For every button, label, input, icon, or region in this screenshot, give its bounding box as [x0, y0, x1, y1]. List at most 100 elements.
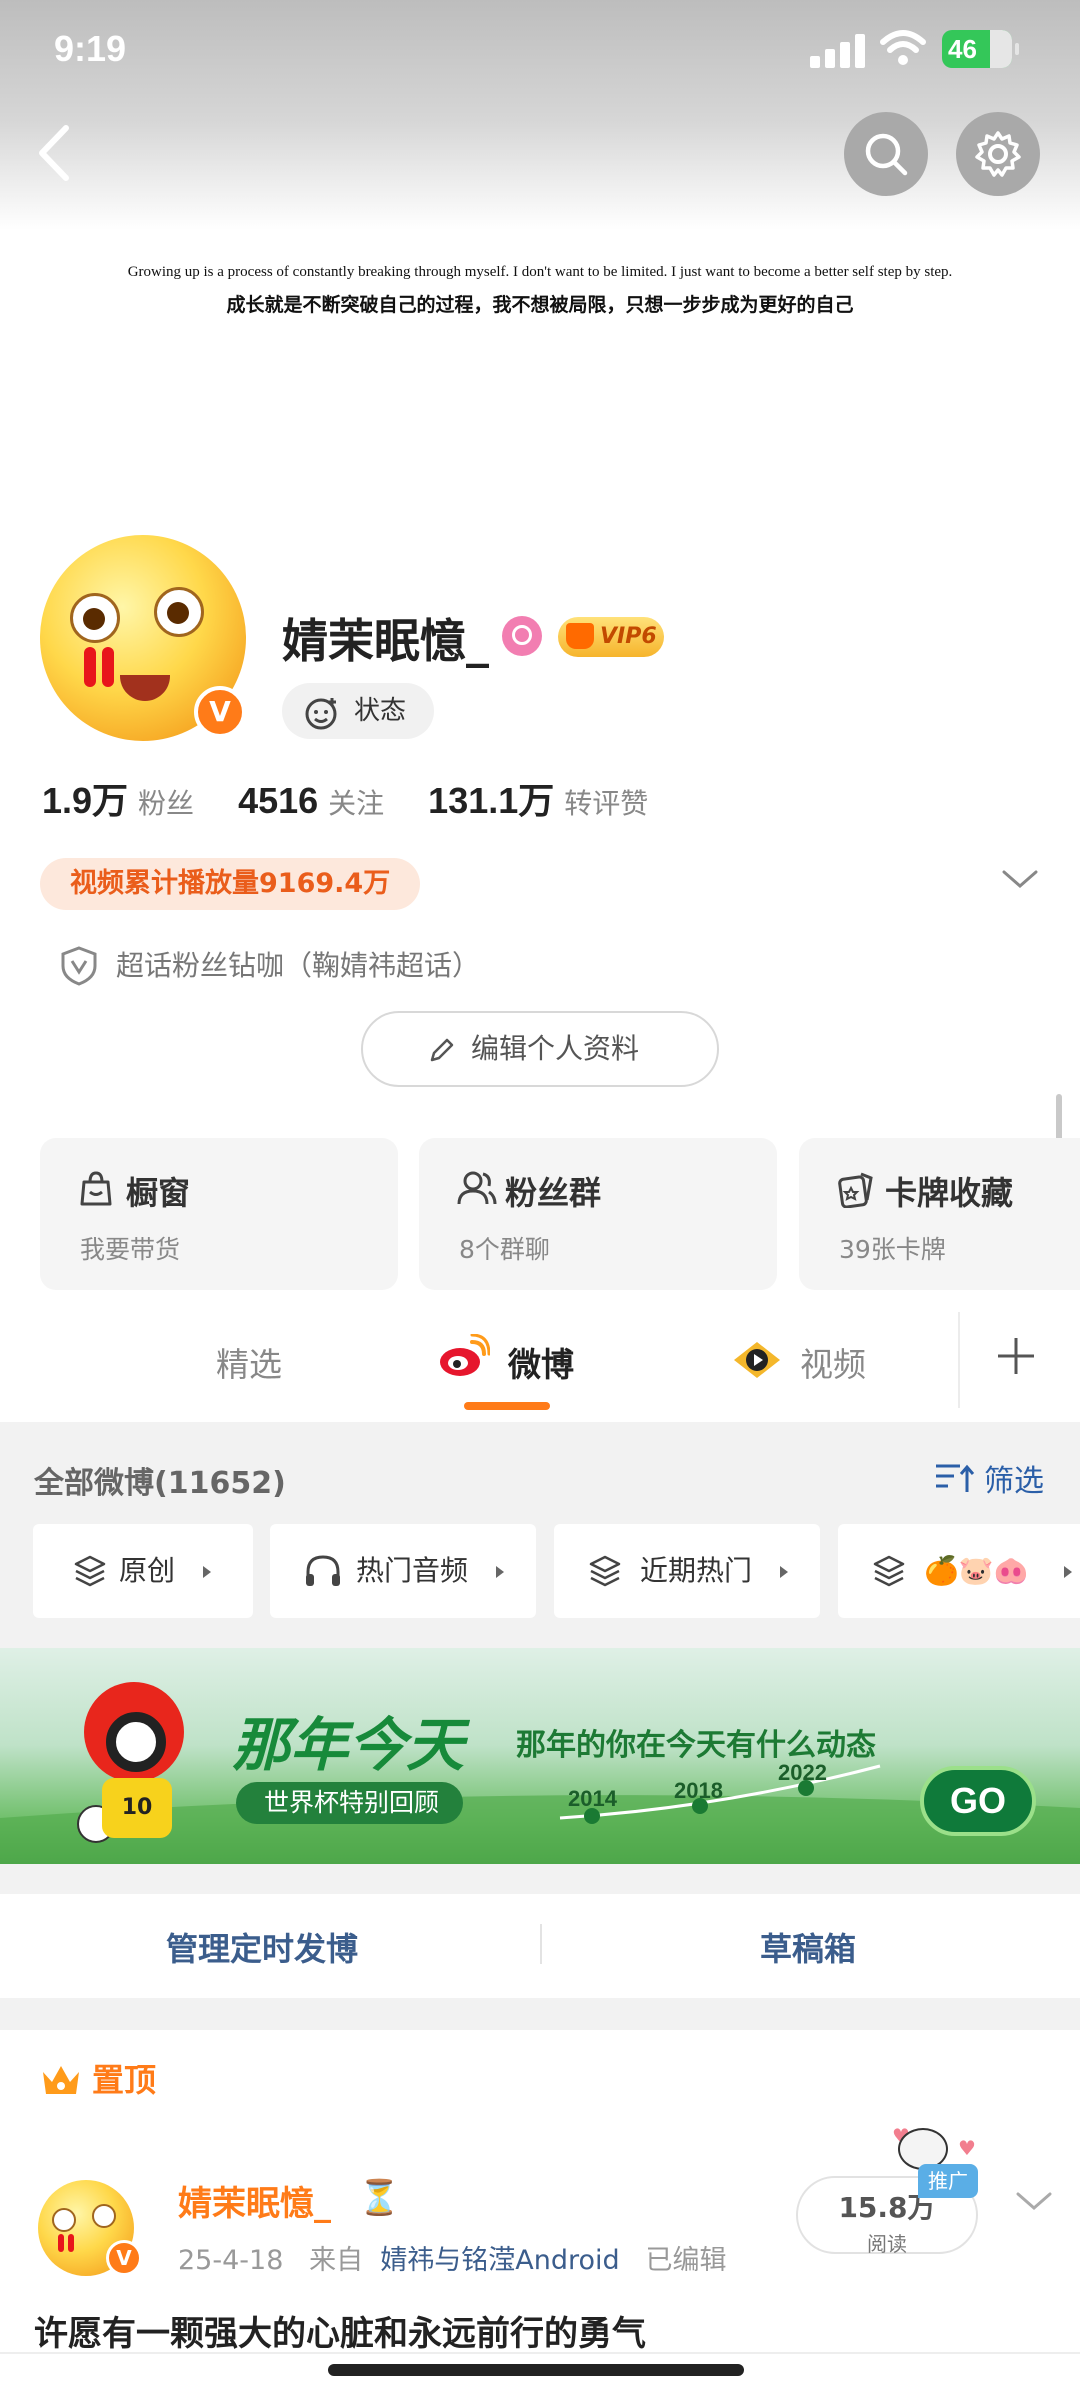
status-time: 9:19	[54, 28, 127, 69]
chip-hot-audio[interactable]: 热门音频	[270, 1524, 536, 1618]
chip-arrow	[203, 1566, 211, 1578]
signal-icon	[810, 34, 865, 68]
post-edited: 已编辑	[645, 2245, 727, 2276]
memory-banner[interactable]: 10 那年今天 那年的你在今天有什么动态 世界杯特别回顾 2014 2018 2…	[0, 1648, 1080, 1864]
card-collection[interactable]: 卡牌收藏 39张卡牌	[799, 1138, 1080, 1290]
section-separator	[0, 1998, 1080, 2030]
back-icon[interactable]	[30, 118, 80, 188]
post-meta: 25-4-18 来自 婧祎与铭滢Android 已编辑	[178, 2238, 726, 2277]
actions-divider	[540, 1924, 542, 1964]
settings-button[interactable]	[956, 112, 1040, 196]
profile-stats: 1.9万 粉丝 4516 关注 131.1万 转评赞	[42, 772, 692, 822]
tab-featured[interactable]: 精选	[216, 1338, 282, 1386]
edit-profile-button[interactable]: 编辑个人资料	[361, 1011, 719, 1087]
banner-year: 2014	[568, 1786, 617, 1811]
shop-bag-icon	[80, 1171, 112, 1206]
vip-badge[interactable]: VIP6	[558, 617, 664, 657]
chip-arrow	[1064, 1566, 1072, 1578]
interactions-label: 转评赞	[564, 787, 649, 820]
video-plays-badge[interactable]: 视频累计播放量9169.4万	[40, 858, 421, 910]
avatar-blood	[68, 2234, 74, 2252]
group-icon	[457, 1171, 497, 1205]
wifi-icon	[880, 30, 926, 65]
tab-divider	[958, 1312, 960, 1408]
banner-title: 那年今天	[232, 1711, 465, 1779]
profile-name: 婧茉眠憶_	[282, 614, 489, 668]
hourglass-icon: ⏳	[358, 2178, 401, 2218]
pencil-icon	[430, 1038, 454, 1062]
pinned-text: 置顶	[92, 2061, 157, 2099]
chip-arrow	[496, 1566, 504, 1578]
battery-empty-segment	[990, 30, 1012, 68]
post-from-label: 来自	[309, 2245, 364, 2276]
status-button[interactable]: 状态	[282, 683, 434, 739]
chip-emoji-group[interactable]: 🍊🐷🐽	[838, 1524, 1080, 1618]
filter-label: 筛选	[984, 1464, 1044, 1499]
chevron-down-icon[interactable]	[1000, 868, 1040, 892]
card-fan-group-sub: 8个群聊	[459, 1235, 550, 1264]
banner-go-button[interactable]: GO	[920, 1766, 1036, 1836]
interactions-count: 131.1万	[428, 780, 555, 821]
bottom-divider	[0, 2352, 1080, 2354]
tab-active-indicator	[464, 1402, 550, 1410]
emoji-plus-icon	[305, 698, 337, 730]
schedule-posts-button[interactable]: 管理定时发博	[166, 1924, 358, 1970]
card-icon	[838, 1172, 873, 1208]
promote-badge[interactable]: 推广	[918, 2164, 978, 2198]
chip-emoji-group-label: 🍊🐷🐽	[924, 1554, 1029, 1587]
avatar-blood	[84, 647, 96, 687]
chip-original[interactable]: 原创	[33, 1524, 253, 1618]
headphones-icon	[306, 1555, 340, 1586]
search-button[interactable]	[844, 112, 928, 196]
video-play-icon	[734, 1342, 780, 1378]
card-fan-group[interactable]: 粉丝群 8个群聊	[419, 1138, 777, 1290]
cover-quote-en: Growing up is a process of constantly br…	[127, 264, 953, 280]
all-weibo-count: 全部微博(11652)	[34, 1466, 286, 1501]
super-topic-row[interactable]: 超话粉丝钻咖（鞠婧祎超话）	[60, 944, 480, 988]
home-indicator[interactable]	[328, 2364, 744, 2376]
avatar-eye	[52, 2208, 76, 2232]
fan-badge-icon[interactable]	[502, 616, 542, 656]
post-author[interactable]: 婧茉眠憶_	[178, 2176, 331, 2225]
shield-v-icon	[61, 946, 97, 986]
chip-original-label: 原创	[119, 1554, 176, 1587]
filter-icon	[936, 1464, 975, 1492]
post-content[interactable]: 许愿有一颗强大的心脏和永远前行的勇气	[34, 2306, 646, 2355]
battery-level: 46	[948, 34, 977, 64]
post-source[interactable]: 婧祎与铭滢Android	[380, 2245, 619, 2276]
layers-icon	[589, 1555, 621, 1587]
reads-label: 阅读	[867, 2232, 907, 2256]
plus-icon[interactable]	[994, 1334, 1038, 1378]
following-count[interactable]: 4516	[238, 780, 318, 822]
card-showcase-sub: 我要带货	[80, 1235, 181, 1264]
heart-icon: ♥	[958, 2136, 976, 2160]
chip-recent-hot[interactable]: 近期热门	[554, 1524, 820, 1618]
filter-button[interactable]: 筛选	[934, 1456, 1044, 1500]
chip-arrow	[780, 1566, 788, 1578]
avatar-eye	[70, 593, 120, 643]
avatar-mouth	[120, 675, 170, 701]
status-bar: 9:19 46	[0, 0, 1080, 100]
banner-subtitle: 那年的你在今天有什么动态	[516, 1728, 876, 1763]
card-showcase-title: 橱窗	[126, 1174, 191, 1212]
followers-label[interactable]: 粉丝	[138, 782, 194, 822]
profile-page: 9:19 46 Growing up is a process of const…	[0, 0, 1080, 2400]
post-date: 25-4-18	[178, 2245, 284, 2276]
post-verified-badge: V	[106, 2240, 142, 2276]
tab-video[interactable]: 视频	[800, 1338, 866, 1386]
banner-year: 2018	[674, 1778, 723, 1803]
followers-count[interactable]: 1.9万	[42, 772, 128, 824]
chip-recent-hot-label: 近期热门	[640, 1554, 753, 1587]
tab-weibo[interactable]: 微博	[508, 1338, 574, 1386]
following-label[interactable]: 关注	[328, 782, 384, 822]
drafts-button[interactable]: 草稿箱	[760, 1924, 856, 1970]
banner-pill: 世界杯特别回顾	[236, 1782, 464, 1824]
avatar-blood	[58, 2234, 64, 2252]
banner-mascot	[84, 1682, 184, 1782]
card-showcase[interactable]: 橱窗 我要带货	[40, 1138, 398, 1290]
post-actions-row: 管理定时发博 草稿箱	[0, 1894, 1080, 1998]
cover-quote-zh: 成长就是不断突破自己的过程，我不想被局限，只想一步步成为更好的自己	[226, 294, 854, 316]
pinned-label: 置顶	[40, 2058, 156, 2102]
chevron-down-icon[interactable]	[1014, 2190, 1054, 2214]
avatar-blood	[102, 647, 114, 687]
